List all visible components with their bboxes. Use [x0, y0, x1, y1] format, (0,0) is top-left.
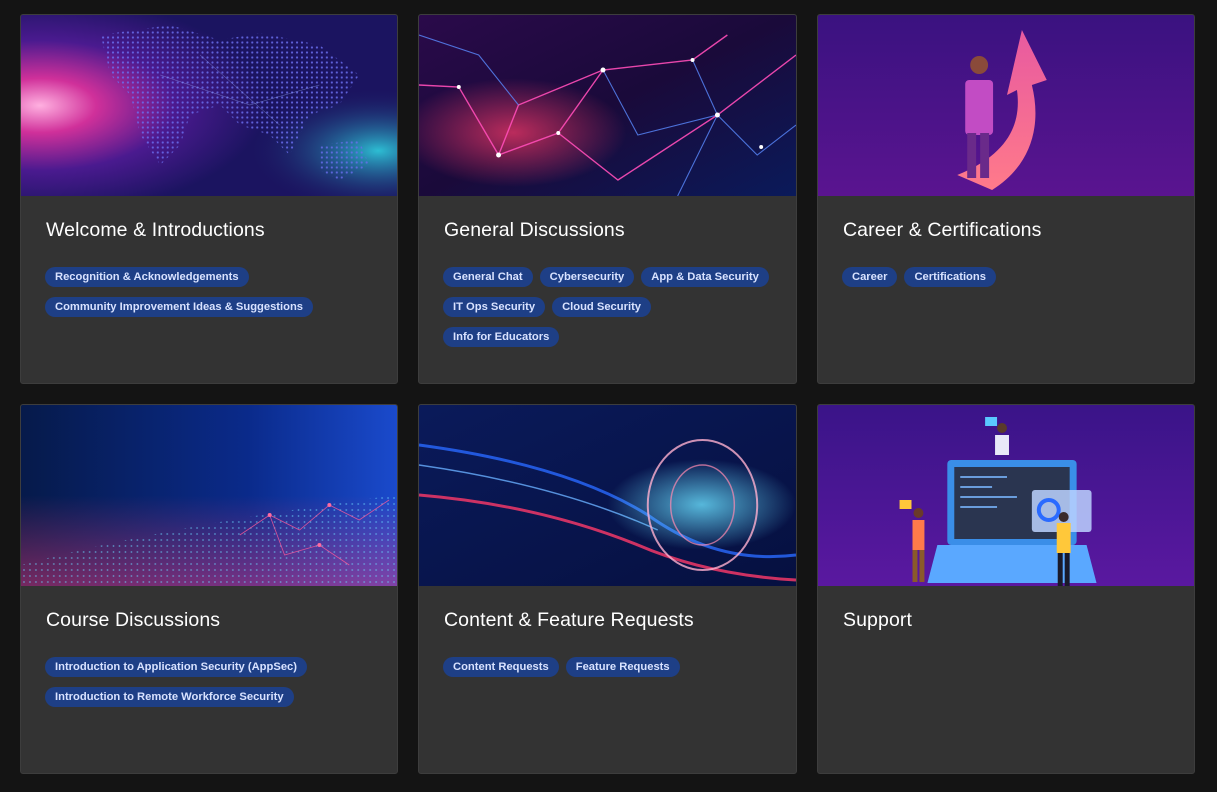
subcategory-tag[interactable]: Feature Requests [565, 657, 680, 677]
subcategory-tags: Content Requests Feature Requests [443, 657, 773, 677]
subcategory-tag[interactable]: Info for Educators [443, 327, 560, 347]
subcategory-tags: General Chat Cybersecurity App & Data Se… [443, 267, 773, 347]
world-map-banner[interactable] [21, 15, 397, 196]
card-title[interactable]: Content & Feature Requests [444, 608, 796, 632]
digital-ring-banner[interactable] [419, 405, 796, 586]
subcategory-tag[interactable]: Cloud Security [552, 297, 652, 317]
subcategory-tag[interactable]: Certifications [904, 267, 996, 287]
category-card-welcome[interactable]: Welcome & Introductions Recognition & Ac… [20, 14, 398, 384]
subcategory-tags: Recognition & Acknowledgements Community… [45, 267, 375, 317]
subcategory-tag[interactable]: Content Requests [443, 657, 559, 677]
category-card-support[interactable]: Support [817, 404, 1195, 774]
network-lines-banner[interactable] [419, 15, 796, 196]
career-arrow-banner[interactable] [818, 15, 1194, 196]
category-card-general[interactable]: General Discussions General Chat Cyberse… [418, 14, 797, 384]
subcategory-tag[interactable]: Career [842, 267, 898, 287]
category-card-course[interactable]: Course Discussions Introduction to Appli… [20, 404, 398, 774]
subcategory-tag[interactable]: Cybersecurity [539, 267, 635, 287]
category-card-career[interactable]: Career & Certifications Career Certifica… [817, 14, 1195, 384]
subcategory-tag[interactable]: Community Improvement Ideas & Suggestion… [45, 297, 314, 317]
subcategory-tag[interactable]: Introduction to Application Security (Ap… [45, 657, 307, 677]
subcategory-tag[interactable]: Recognition & Acknowledgements [45, 267, 249, 287]
laptop-support-banner[interactable] [818, 405, 1194, 586]
subcategory-tags: Introduction to Application Security (Ap… [45, 657, 375, 707]
card-title[interactable]: Welcome & Introductions [46, 218, 397, 242]
category-grid: Welcome & Introductions Recognition & Ac… [20, 14, 1195, 774]
subcategory-tag[interactable]: IT Ops Security [443, 297, 546, 317]
card-title[interactable]: Course Discussions [46, 608, 397, 632]
subcategory-tags: Career Certifications [842, 267, 1172, 287]
network-particles-banner[interactable] [21, 405, 397, 586]
subcategory-tag[interactable]: Introduction to Remote Workforce Securit… [45, 687, 294, 707]
card-title[interactable]: Career & Certifications [843, 218, 1194, 242]
category-card-requests[interactable]: Content & Feature Requests Content Reque… [418, 404, 797, 774]
subcategory-tag[interactable]: General Chat [443, 267, 533, 287]
card-title[interactable]: General Discussions [444, 218, 796, 242]
subcategory-tag[interactable]: App & Data Security [641, 267, 769, 287]
card-title[interactable]: Support [843, 608, 1194, 632]
